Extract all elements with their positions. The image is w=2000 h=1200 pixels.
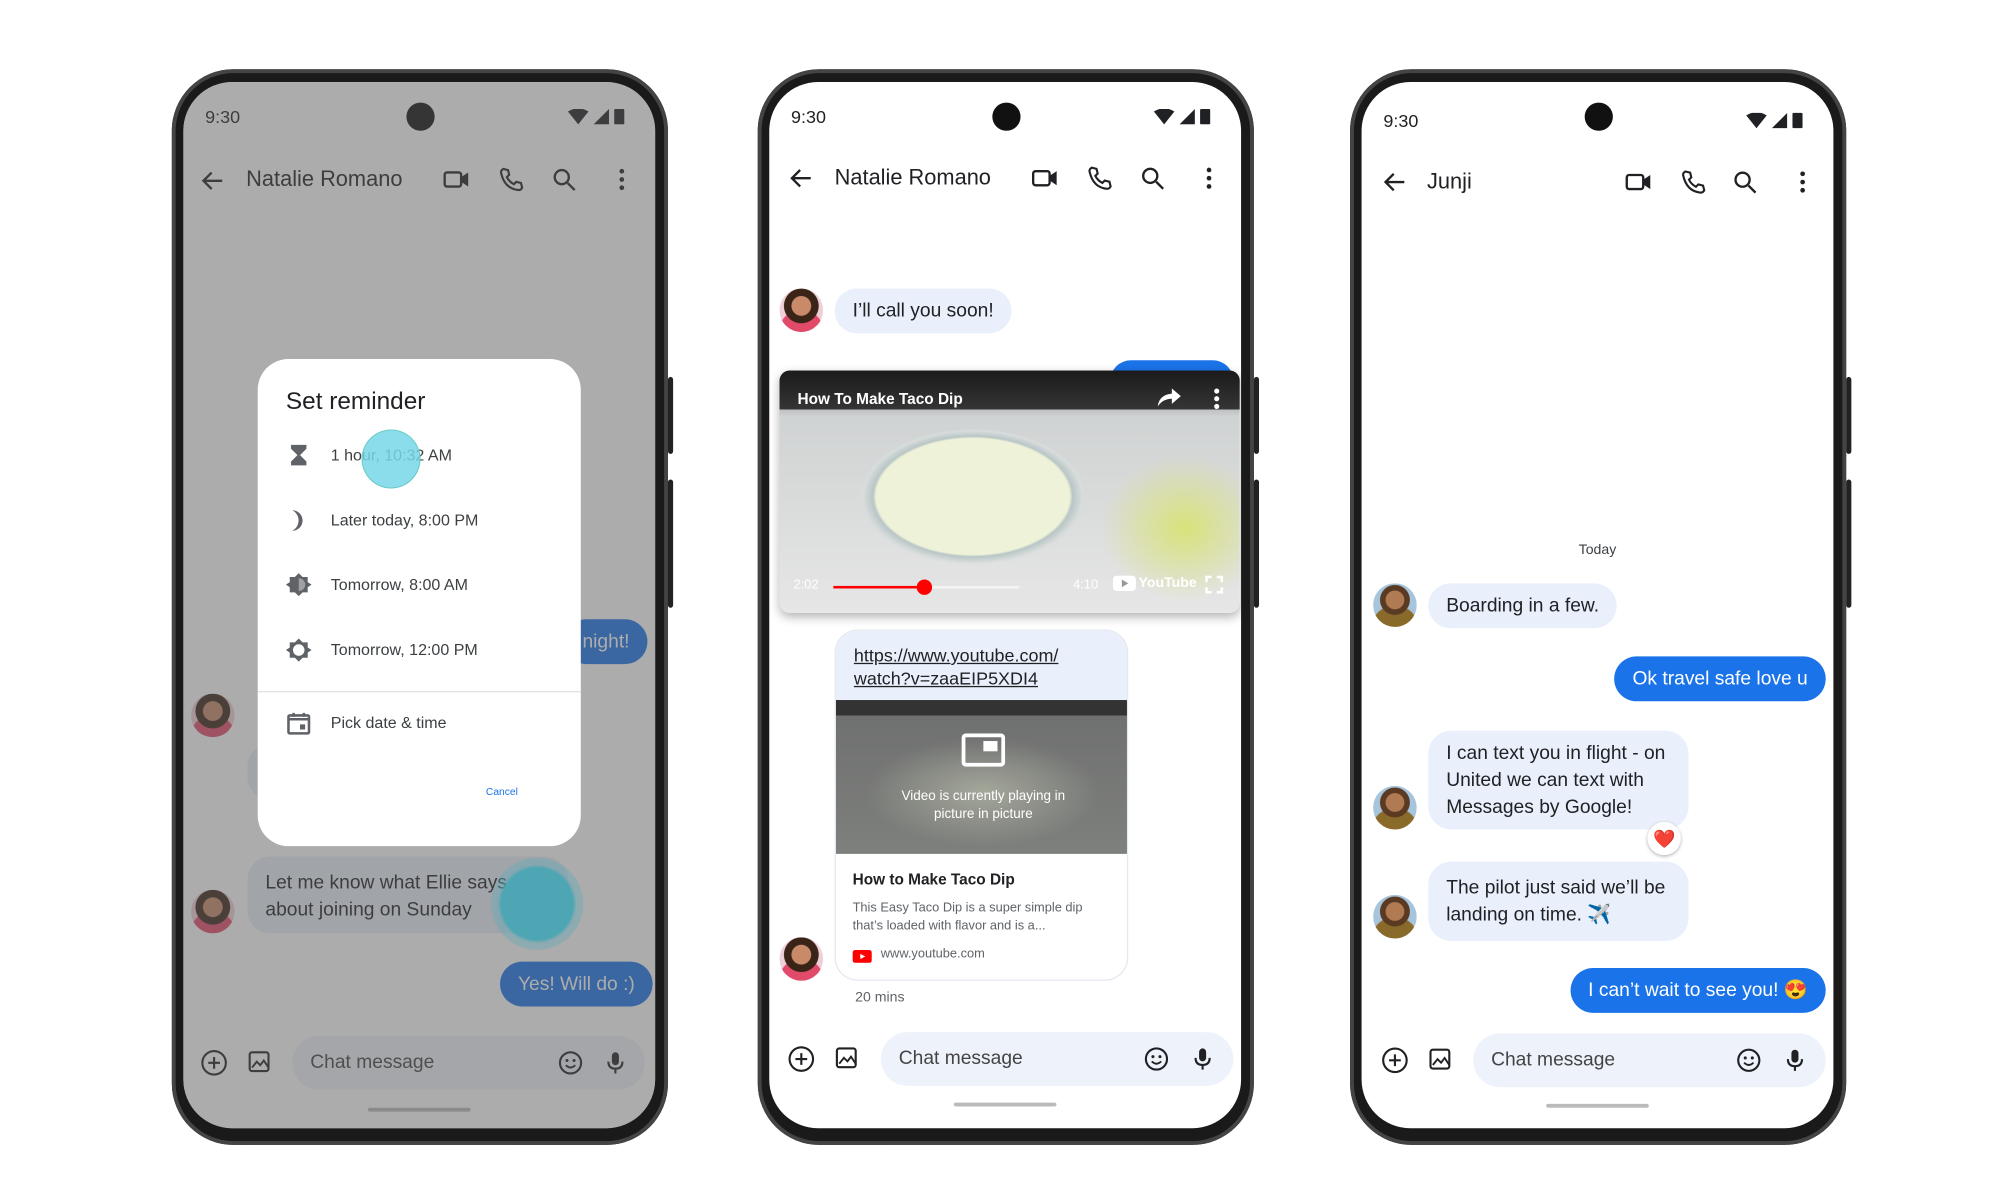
link-title: How to Make Taco Dip bbox=[852, 870, 1015, 889]
message-incoming[interactable]: Boarding in a few. bbox=[1428, 583, 1618, 629]
camera-cutout bbox=[1584, 102, 1613, 131]
screen: 9:30 Natalie Romano night! Let me know w… bbox=[183, 82, 656, 1129]
signal-icon bbox=[1179, 108, 1195, 124]
avatar bbox=[1373, 894, 1417, 939]
moon-icon bbox=[292, 510, 303, 531]
set-reminder-dialog: Set reminder 1 hour, 10:32 AM Later toda… bbox=[257, 358, 581, 847]
avatar bbox=[1373, 583, 1417, 627]
message-outgoing[interactable]: I can’t wait to see you! 😍 bbox=[1570, 967, 1826, 1013]
divider bbox=[257, 691, 581, 693]
link-domain: www.youtube.com bbox=[880, 947, 985, 962]
more-options-icon[interactable] bbox=[1195, 164, 1223, 192]
sun-icon bbox=[285, 638, 312, 662]
heart-reaction[interactable]: ❤️ bbox=[1647, 821, 1681, 856]
screen: 9:30 Natalie Romano I’ll call you soon! … bbox=[769, 82, 1242, 1129]
picture-in-picture-icon bbox=[961, 733, 1006, 767]
date-divider: Today bbox=[1578, 542, 1617, 558]
phone-call-icon[interactable] bbox=[1086, 164, 1114, 192]
microphone-icon[interactable] bbox=[1781, 1046, 1809, 1074]
video-elapsed: 2:02 bbox=[793, 578, 819, 593]
video-call-icon[interactable] bbox=[1624, 168, 1652, 196]
reminder-option[interactable]: Later today, 8:00 PM bbox=[331, 512, 479, 530]
hourglass-icon bbox=[291, 444, 307, 466]
video-title: How To Make Taco Dip bbox=[797, 389, 963, 408]
share-icon[interactable] bbox=[1156, 387, 1182, 408]
video-duration: 4:10 bbox=[1073, 578, 1099, 593]
search-icon[interactable] bbox=[1139, 164, 1167, 192]
calendar-icon bbox=[287, 712, 311, 735]
back-arrow-icon[interactable] bbox=[1381, 168, 1409, 196]
battery-icon bbox=[1200, 108, 1211, 125]
reminder-option[interactable]: Tomorrow, 12:00 PM bbox=[331, 641, 478, 659]
gallery-icon[interactable] bbox=[1427, 1046, 1455, 1074]
add-icon[interactable] bbox=[1381, 1046, 1409, 1074]
phone-pip: 9:30 Natalie Romano I’ll call you soon! … bbox=[757, 69, 1260, 1145]
message-incoming[interactable]: I can text you in flight - on United we … bbox=[1428, 730, 1689, 830]
message-incoming[interactable]: I’ll call you soon! bbox=[834, 288, 1012, 334]
search-icon[interactable] bbox=[1731, 168, 1759, 196]
link-description: This Easy Taco Dip is a super simple dip… bbox=[852, 901, 1083, 934]
wifi-icon bbox=[1153, 108, 1175, 124]
status-time: 9:30 bbox=[1383, 110, 1419, 131]
status-time: 9:30 bbox=[791, 106, 826, 127]
message-incoming[interactable]: The pilot just said we’ll be landing on … bbox=[1428, 861, 1689, 942]
pick-date-time-option[interactable]: Pick date & time bbox=[331, 714, 447, 732]
youtube-logo: YouTube bbox=[1112, 575, 1197, 592]
emoji-icon[interactable] bbox=[1142, 1045, 1170, 1073]
signal-icon bbox=[1771, 112, 1788, 128]
phone-junji-chat: 9:30 Junji Today Boarding in a few. Ok t… bbox=[1350, 69, 1852, 1145]
touch-indicator bbox=[491, 857, 584, 951]
more-options-icon[interactable] bbox=[1789, 168, 1817, 196]
camera-cutout bbox=[992, 102, 1021, 131]
cancel-button[interactable]: Cancel bbox=[486, 786, 518, 798]
video-call-icon[interactable] bbox=[1031, 164, 1059, 192]
message-outgoing[interactable]: Ok travel safe love u bbox=[1614, 656, 1826, 702]
fullscreen-icon[interactable] bbox=[1205, 575, 1224, 594]
chat-message-input[interactable]: Chat message bbox=[880, 1032, 1234, 1086]
dialog-title: Set reminder bbox=[285, 388, 426, 416]
back-arrow-icon[interactable] bbox=[787, 164, 815, 192]
add-icon[interactable] bbox=[787, 1045, 815, 1073]
pip-notice: Video is currently playing in picture in… bbox=[901, 788, 1066, 822]
contact-name: Natalie Romano bbox=[834, 165, 991, 190]
status-icons bbox=[1746, 112, 1803, 129]
battery-icon bbox=[1792, 112, 1803, 129]
pip-video-player[interactable]: How To Make Taco Dip 2:02 4:10 YouTube bbox=[779, 370, 1240, 613]
composer-placeholder: Chat message bbox=[898, 1047, 1023, 1070]
reminder-option[interactable]: Tomorrow, 8:00 AM bbox=[331, 576, 468, 594]
home-indicator[interactable] bbox=[1546, 1103, 1649, 1108]
sunrise-icon bbox=[285, 573, 312, 597]
home-indicator[interactable] bbox=[953, 1102, 1057, 1107]
phone-call-icon[interactable] bbox=[1680, 168, 1708, 196]
link-preview-card[interactable]: https://www.youtube.com/watch?v=zaaEIP5X… bbox=[834, 629, 1129, 981]
contact-name: Junji bbox=[1426, 169, 1472, 194]
avatar bbox=[1373, 785, 1417, 830]
status-icons bbox=[1153, 108, 1211, 125]
link-preview-image: Video is currently playing in picture in… bbox=[835, 700, 1127, 854]
video-progress-track[interactable] bbox=[833, 579, 1020, 595]
youtube-icon bbox=[852, 950, 872, 963]
composer-placeholder: Chat message bbox=[1491, 1048, 1616, 1071]
more-options-icon[interactable] bbox=[1212, 387, 1222, 410]
screen: 9:30 Junji Today Boarding in a few. Ok t… bbox=[1361, 82, 1834, 1129]
video-scrubber[interactable] bbox=[916, 579, 933, 595]
gallery-icon[interactable] bbox=[833, 1045, 861, 1073]
message-timestamp: 20 mins bbox=[855, 989, 905, 1006]
avatar bbox=[779, 288, 824, 333]
wifi-icon bbox=[1746, 112, 1767, 128]
link-url[interactable]: https://www.youtube.com/watch?v=zaaEIP5X… bbox=[835, 630, 1127, 701]
touch-indicator bbox=[362, 430, 420, 488]
emoji-icon[interactable] bbox=[1735, 1046, 1763, 1074]
microphone-icon[interactable] bbox=[1189, 1045, 1217, 1073]
avatar bbox=[779, 937, 824, 981]
chat-message-input[interactable]: Chat message bbox=[1473, 1033, 1826, 1088]
phone-reminder: 9:30 Natalie Romano night! Let me know w… bbox=[171, 69, 674, 1145]
